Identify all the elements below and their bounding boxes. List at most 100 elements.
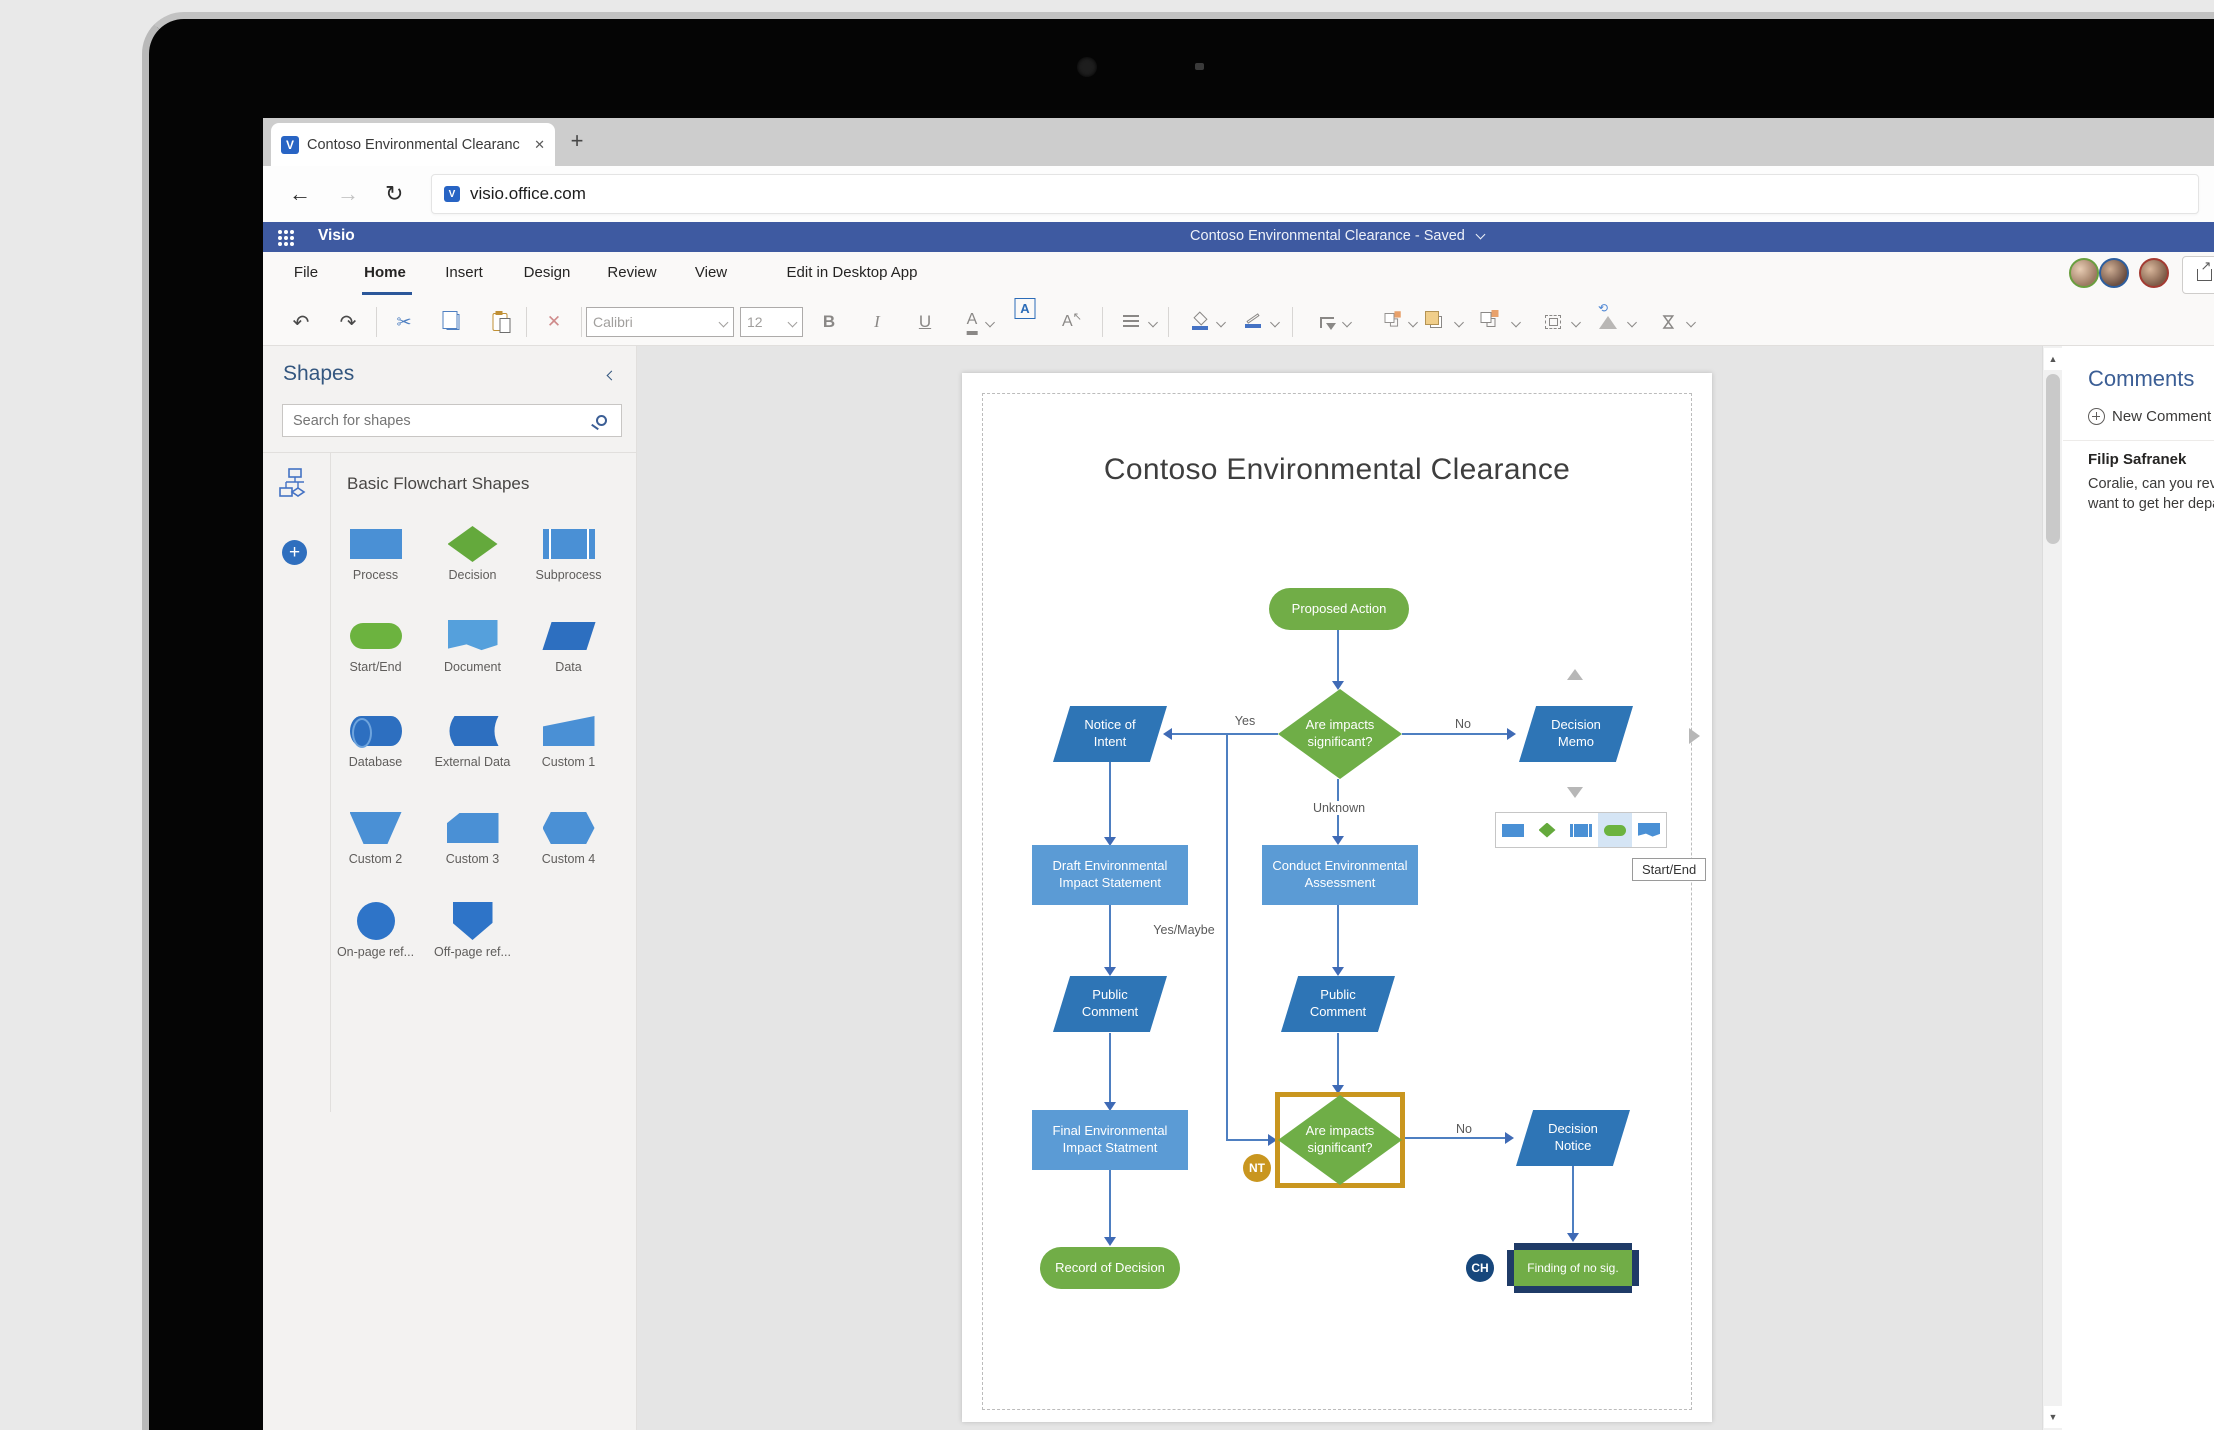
- align-shapes-button[interactable]: [1545, 298, 1561, 346]
- rotate-button[interactable]: [1598, 298, 1617, 346]
- back-icon[interactable]: ←: [289, 181, 311, 207]
- scroll-down-icon[interactable]: ▼: [2044, 1406, 2062, 1428]
- bring-forward-dropdown[interactable]: [1454, 298, 1464, 346]
- stencil-shape-offpage-ref[interactable]: Off-page ref...: [424, 898, 521, 959]
- quick-shape-decision[interactable]: [1530, 813, 1564, 847]
- node-public-comment-2[interactable]: Public Comment: [1281, 976, 1395, 1032]
- reload-icon[interactable]: ↻: [385, 181, 403, 207]
- collapse-panel-icon[interactable]: [606, 370, 617, 381]
- app-launcher-icon[interactable]: [278, 230, 282, 234]
- undo-button[interactable]: ↶: [293, 298, 310, 346]
- quick-shape-document[interactable]: [1632, 813, 1666, 847]
- fill-color-button[interactable]: [1192, 298, 1208, 346]
- copy-button[interactable]: [442, 298, 460, 346]
- rotate-dropdown[interactable]: [1627, 298, 1637, 346]
- line-color-button[interactable]: [1245, 298, 1261, 346]
- flowchart-stencil-icon[interactable]: [279, 468, 311, 498]
- redo-button[interactable]: ↷: [340, 298, 357, 346]
- new-tab-button[interactable]: +: [563, 128, 591, 154]
- group-dropdown[interactable]: [1511, 298, 1521, 346]
- connector[interactable]: [1172, 733, 1278, 735]
- stencil-shape-decision[interactable]: Decision: [424, 521, 521, 582]
- stencil-shape-process[interactable]: Process: [327, 521, 424, 582]
- scroll-up-icon[interactable]: ▲: [2044, 348, 2062, 370]
- font-color-button[interactable]: A: [966, 309, 978, 335]
- stencil-shape-database[interactable]: Database: [327, 708, 424, 769]
- node-conduct-assessment[interactable]: Conduct Environmental Assessment: [1262, 845, 1418, 905]
- bold-button[interactable]: B: [823, 298, 835, 346]
- stencil-shape-custom4[interactable]: Custom 4: [520, 805, 617, 866]
- scrollbar-thumb[interactable]: [2046, 374, 2060, 544]
- tab-view[interactable]: View: [695, 264, 727, 281]
- bring-forward-button[interactable]: [1425, 298, 1442, 346]
- font-family-select[interactable]: Calibri: [586, 307, 734, 337]
- node-decision-notice[interactable]: Decision Notice: [1516, 1110, 1630, 1166]
- autoconnect-up-icon[interactable]: [1567, 669, 1583, 680]
- add-stencil-button[interactable]: +: [282, 540, 307, 565]
- stencil-shape-document[interactable]: Document: [424, 613, 521, 674]
- font-size-select[interactable]: 12: [740, 307, 803, 337]
- browser-tab[interactable]: V Contoso Environmental Clearanc ✕: [271, 123, 555, 166]
- node-notice-of-intent[interactable]: Notice of Intent: [1053, 706, 1167, 762]
- edit-in-desktop-app[interactable]: Edit in Desktop App: [787, 264, 918, 281]
- node-record-of-decision[interactable]: Record of Decision: [1040, 1247, 1180, 1289]
- tab-close-icon[interactable]: ✕: [534, 137, 545, 153]
- delete-button[interactable]: ✕: [547, 298, 561, 346]
- avatar[interactable]: [2139, 258, 2169, 288]
- connector[interactable]: [1226, 1139, 1272, 1141]
- connector[interactable]: [1572, 1166, 1574, 1236]
- stencil-shape-startend[interactable]: Start/End: [327, 613, 424, 674]
- node-final-eis[interactable]: Final Environmental Impact Statment: [1032, 1110, 1188, 1170]
- connector[interactable]: [1109, 762, 1111, 840]
- shape-search-input[interactable]: [283, 412, 596, 429]
- cut-button[interactable]: ✂: [396, 298, 411, 346]
- tab-insert[interactable]: Insert: [445, 264, 483, 281]
- quick-shape-subprocess[interactable]: [1564, 813, 1598, 847]
- align-text-dropdown[interactable]: [1148, 298, 1158, 346]
- line-color-dropdown[interactable]: [1270, 298, 1280, 346]
- autoconnect-right-icon[interactable]: [1689, 728, 1700, 744]
- connector[interactable]: [1402, 733, 1510, 735]
- flip-dropdown[interactable]: [1686, 298, 1696, 346]
- connection-points-dropdown[interactable]: [1408, 298, 1418, 346]
- node-finding-of-no-sig[interactable]: Finding of no sig.: [1514, 1250, 1632, 1286]
- font-color-dropdown[interactable]: [985, 298, 995, 346]
- connector-dropdown[interactable]: [1342, 298, 1352, 346]
- flip-button[interactable]: ⋈: [1659, 298, 1678, 346]
- autoconnect-down-icon[interactable]: [1567, 787, 1583, 798]
- node-decision-memo[interactable]: Decision Memo: [1519, 706, 1633, 762]
- url-field[interactable]: V visio.office.com: [431, 174, 2199, 214]
- avatar[interactable]: [2099, 258, 2129, 288]
- connector[interactable]: [1337, 630, 1339, 684]
- node-proposed-action[interactable]: Proposed Action: [1269, 588, 1409, 630]
- drawing-page[interactable]: Contoso Environmental Clearance Proposed…: [962, 373, 1712, 1422]
- drawing-canvas[interactable]: Contoso Environmental Clearance Proposed…: [637, 346, 2042, 1430]
- new-comment-button[interactable]: New Comment: [2088, 408, 2211, 425]
- stencil-shape-data[interactable]: Data: [520, 613, 617, 674]
- connector[interactable]: [1337, 905, 1339, 970]
- fill-color-dropdown[interactable]: [1216, 298, 1226, 346]
- text-box-button[interactable]: A: [1014, 298, 1036, 319]
- connector[interactable]: [1226, 733, 1228, 1140]
- stencil-shape-custom1[interactable]: Custom 1: [520, 708, 617, 769]
- node-public-comment-1[interactable]: Public Comment: [1053, 976, 1167, 1032]
- connection-points-button[interactable]: [1384, 298, 1401, 346]
- shape-search-box[interactable]: [282, 404, 622, 437]
- stencil-shape-onpage-ref[interactable]: On-page ref...: [327, 898, 424, 959]
- connector[interactable]: [1337, 1033, 1339, 1088]
- document-title[interactable]: Contoso Environmental Clearance - Saved: [1037, 228, 1637, 244]
- align-shapes-dropdown[interactable]: [1571, 298, 1581, 346]
- italic-button[interactable]: I: [874, 298, 880, 346]
- stencil-shape-subprocess[interactable]: Subprocess: [520, 521, 617, 582]
- vertical-scrollbar[interactable]: ▲ ▼: [2042, 346, 2062, 1430]
- paste-button[interactable]: [492, 298, 511, 346]
- tab-file[interactable]: File: [294, 264, 318, 281]
- quick-shape-startend[interactable]: [1598, 813, 1632, 847]
- underline-button[interactable]: U: [919, 298, 931, 346]
- stencil-shape-custom2[interactable]: Custom 2: [327, 805, 424, 866]
- tab-home[interactable]: Home: [364, 264, 406, 281]
- connector[interactable]: [1404, 1137, 1508, 1139]
- forward-icon[interactable]: →: [337, 181, 359, 207]
- search-icon[interactable]: [596, 415, 607, 426]
- align-text-button[interactable]: [1123, 298, 1139, 346]
